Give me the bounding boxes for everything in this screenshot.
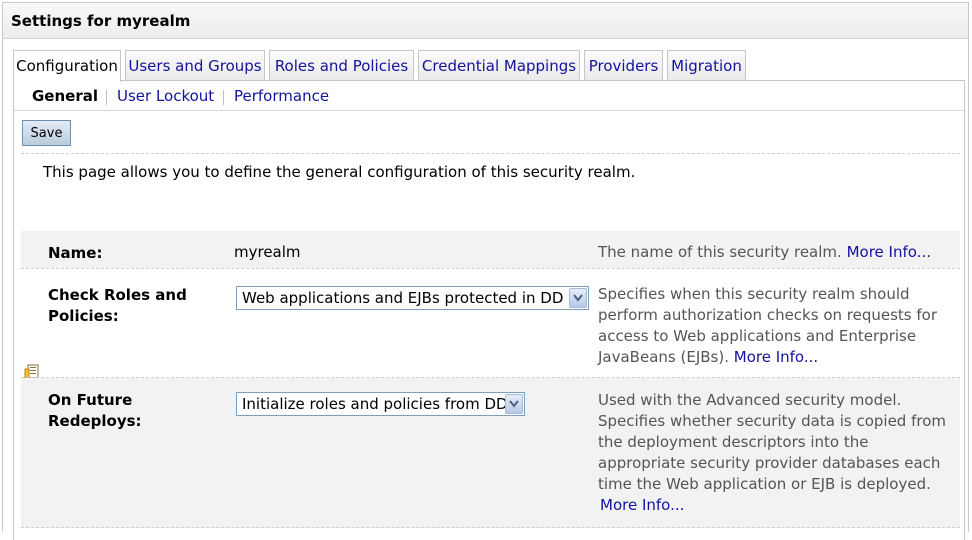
panel-header: Settings for myrealm xyxy=(3,3,968,39)
name-help: The name of this security realm. More In… xyxy=(598,242,950,263)
name-help-text: The name of this security realm. xyxy=(598,243,842,261)
subtab-bar: General User Lockout Performance xyxy=(14,81,964,111)
chevron-down-icon[interactable] xyxy=(569,288,587,308)
future-redeploys-selected-value: Initialize roles and policies from DD xyxy=(242,395,508,413)
save-button[interactable]: Save xyxy=(22,120,71,146)
subtab-performance[interactable]: Performance xyxy=(234,87,329,105)
check-roles-help: Specifies when this security realm shoul… xyxy=(598,284,950,368)
divider xyxy=(21,268,960,269)
subtab-general[interactable]: General xyxy=(32,87,98,105)
check-roles-select[interactable]: Web applications and EJBs protected in D… xyxy=(236,286,589,310)
future-redeploys-more-info-link[interactable]: More Info... xyxy=(600,496,684,514)
future-redeploys-help: Used with the Advanced security model. S… xyxy=(598,390,950,516)
tab-providers[interactable]: Providers xyxy=(584,50,663,81)
name-label: Name: xyxy=(48,244,103,262)
name-more-info-link[interactable]: More Info... xyxy=(847,243,931,261)
name-value: myrealm xyxy=(234,243,301,261)
tab-users-and-groups[interactable]: Users and Groups xyxy=(125,50,265,81)
check-roles-selected-value: Web applications and EJBs protected in D… xyxy=(242,289,564,307)
divider xyxy=(21,153,960,154)
tab-roles-and-policies[interactable]: Roles and Policies xyxy=(269,50,414,81)
tab-credential-mappings[interactable]: Credential Mappings xyxy=(418,50,580,81)
check-roles-label-line1: Check Roles and xyxy=(48,286,187,304)
check-roles-label-line2: Policies: xyxy=(48,307,119,325)
subtab-user-lockout[interactable]: User Lockout xyxy=(117,87,214,105)
future-redeploys-select[interactable]: Initialize roles and policies from DD xyxy=(236,392,525,416)
future-redeploys-help-text: Used with the Advanced security model. S… xyxy=(598,391,947,493)
future-redeploys-label: On Future Redeploys: xyxy=(48,390,142,432)
page-title: Settings for myrealm xyxy=(11,12,191,30)
chevron-down-icon[interactable] xyxy=(505,394,523,414)
tab-configuration[interactable]: Configuration xyxy=(13,50,121,82)
page-description: This page allows you to define the gener… xyxy=(43,163,636,181)
tab-migration[interactable]: Migration xyxy=(667,50,746,81)
check-roles-label: Check Roles and Policies: xyxy=(48,285,187,327)
future-redeploys-label-line2: Redeploys: xyxy=(48,412,142,430)
subtab-divider xyxy=(223,90,224,105)
subtab-divider xyxy=(106,90,107,105)
check-roles-more-info-link[interactable]: More Info... xyxy=(734,348,818,366)
future-redeploys-label-line1: On Future xyxy=(48,391,133,409)
configuration-content: General User Lockout Performance Save Th… xyxy=(13,80,965,540)
